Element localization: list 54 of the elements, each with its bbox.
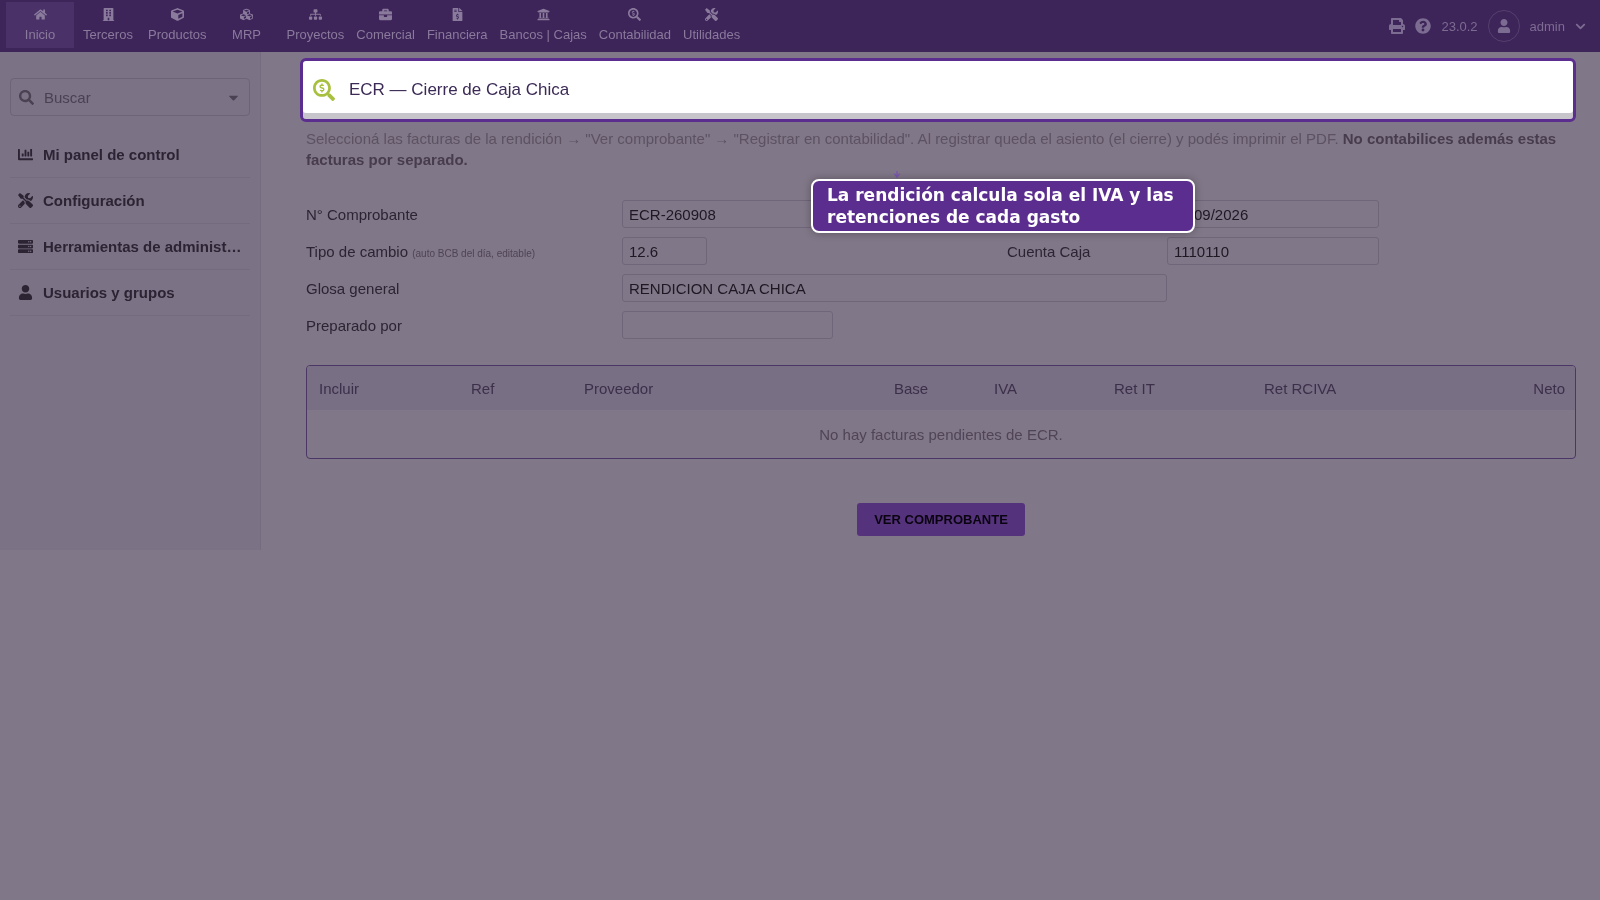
field-label: Glosa general	[306, 279, 401, 297]
sidebar-item[interactable]: Mi panel de control	[10, 132, 250, 178]
input-field[interactable]: 12.6	[622, 237, 707, 265]
page-title: ECR — Cierre de Caja Chica	[349, 80, 570, 100]
user-name[interactable]: admin	[1529, 18, 1565, 34]
document-icon	[450, 8, 464, 21]
magnifier-dollar-icon	[313, 79, 335, 101]
column-header: Proveedor	[584, 379, 655, 397]
menu-tab[interactable]: Inicio	[6, 2, 74, 48]
column-header: Incluir	[319, 379, 360, 397]
menu-tab[interactable]: Contabilidad	[592, 2, 678, 48]
help-icon[interactable]	[1415, 18, 1432, 34]
cube-icon	[170, 8, 184, 21]
menu-tab[interactable]: Terceros	[74, 2, 142, 48]
field-label: Cuenta Caja	[1007, 242, 1092, 260]
menu-tab[interactable]: Financiera	[420, 2, 494, 48]
column-header: IVA	[994, 379, 1019, 397]
menu-tab[interactable]: Comercial	[350, 2, 421, 48]
menu-tab[interactable]: Utilidades	[677, 2, 747, 48]
sidebar-item[interactable]: Herramientas de administ…	[10, 224, 250, 270]
tooltip: La rendición calcula sola el IVA y las retenciones de cada gasto	[811, 179, 1195, 233]
column-header: Base	[894, 379, 930, 397]
server-icon	[18, 239, 33, 254]
user-icon	[1496, 19, 1511, 33]
column-header: Ref	[471, 379, 496, 397]
input-field[interactable]: RENDICION CAJA CHICA	[622, 274, 1167, 302]
bar-chart-icon	[18, 147, 33, 162]
version-label: 23.0.2	[1441, 18, 1478, 34]
tools-icon	[18, 193, 33, 208]
briefcase-icon	[379, 8, 393, 21]
pointer-arrow-icon	[893, 171, 901, 178]
print-icon[interactable]	[1389, 18, 1406, 34]
user-icon	[18, 285, 33, 300]
view-voucher-button[interactable]: VER COMPROBANTE	[857, 503, 1025, 536]
menu-tab[interactable]: MRP	[212, 2, 281, 48]
network-icon	[308, 8, 322, 21]
sidebar-item[interactable]: Configuración	[10, 178, 250, 224]
column-header: Ret RCIVA	[1264, 379, 1338, 397]
column-header: Ret IT	[1114, 379, 1156, 397]
menu-tab[interactable]: Productos	[142, 2, 213, 48]
bank-icon	[536, 8, 550, 21]
search-icon	[19, 89, 34, 105]
field-label: Preparado por	[306, 316, 403, 334]
tools-icon	[705, 8, 719, 21]
sidebar-item[interactable]: Usuarios y grupos	[10, 270, 250, 316]
cubes-icon	[240, 8, 254, 21]
building-icon	[101, 8, 115, 21]
magnifier-icon	[628, 8, 642, 21]
field-label: N° Comprobante	[306, 205, 419, 223]
column-header: Neto	[1532, 379, 1565, 397]
input-field[interactable]: 1110110	[1167, 237, 1379, 265]
menu-tab[interactable]: Bancos | Cajas	[493, 2, 593, 48]
home-icon	[33, 8, 47, 21]
menu-tab[interactable]: Proyectos	[280, 2, 351, 48]
